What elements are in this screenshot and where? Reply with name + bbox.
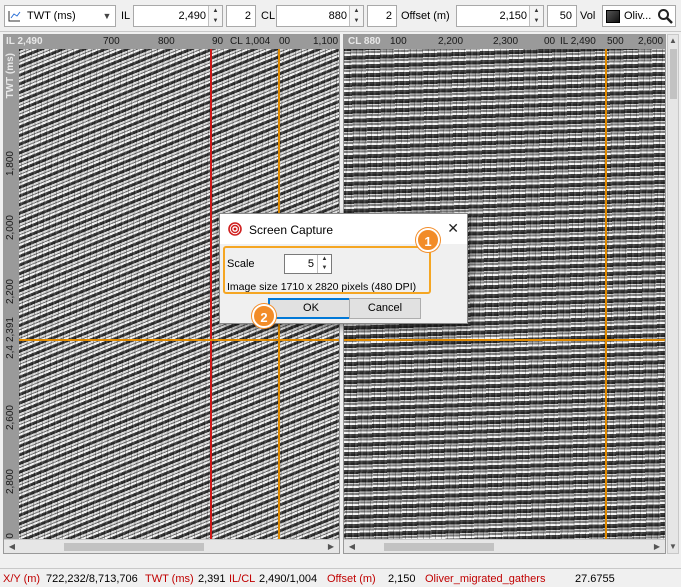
il-step-value: 2 — [244, 10, 251, 22]
crossline-marker-line — [210, 49, 212, 553]
il-label: IL — [121, 10, 131, 22]
volume-name: Oliver_migrated_gathers — [425, 573, 546, 585]
ruler-tick: 1,100 — [313, 36, 339, 47]
scroll-down-icon[interactable]: ▼ — [668, 541, 678, 553]
section-label: CL 880 — [348, 36, 381, 47]
ruler-tick: 00 — [544, 36, 556, 47]
ilcl-label: IL/CL — [229, 573, 256, 585]
toolbar: TWT (ms) ▼ IL 2,490 ▲ ▼ 2 CL 880 ▲ ▼ 2 Off… — [0, 0, 681, 32]
cl-label: CL — [261, 10, 276, 22]
offset-step-value: 50 — [559, 10, 572, 22]
scrollbar-thumb[interactable] — [670, 49, 677, 99]
time-ruler: TWT (ms) 1,800 2,000 2,200 2,391 2,4 2,6… — [4, 49, 19, 553]
time-tick: 2,800 — [5, 469, 16, 495]
il-value-spinner[interactable]: 2,490 ▲ ▼ — [133, 5, 223, 27]
spin-up-icon[interactable]: ▲ — [209, 6, 222, 16]
cancel-button[interactable]: Cancel — [349, 298, 421, 319]
scroll-right-icon[interactable]: ▶ — [325, 541, 337, 553]
twt-value: 2,391 — [198, 573, 226, 585]
time-tick: 2,200 — [5, 279, 16, 305]
target-icon — [228, 222, 242, 236]
close-icon[interactable]: ✕ — [447, 220, 459, 237]
section-label: IL 2,490 — [6, 36, 43, 47]
dialog-title: Screen Capture — [249, 223, 334, 237]
scrollbar-thumb[interactable] — [384, 543, 494, 551]
cl-step-field[interactable]: 2 — [367, 5, 397, 27]
scroll-left-icon[interactable]: ◀ — [346, 541, 358, 553]
offset-label: Offset (m) — [401, 10, 450, 22]
il-step-field[interactable]: 2 — [226, 5, 256, 27]
scroll-left-icon[interactable]: ◀ — [6, 541, 18, 553]
spin-down-icon[interactable]: ▼ — [209, 16, 222, 26]
ruler-tick: 2,600 — [638, 36, 664, 47]
inline-crossline-ruler: IL 2,490 700 800 90 CL 1,004 00 1,100 — [4, 35, 339, 49]
cl-value-spinner[interactable]: 880 ▲ ▼ — [276, 5, 364, 27]
ruler-tick: 90 — [212, 36, 224, 47]
vertical-scrollbar[interactable]: ▲ ▼ — [667, 34, 679, 554]
spin-down-icon[interactable]: ▼ — [530, 16, 543, 26]
time-tick: 2,000 — [5, 215, 16, 241]
domain-dropdown-value: TWT (ms) — [27, 10, 76, 22]
cursor-horizontal-line — [344, 339, 665, 341]
time-tick: 2,4 — [5, 345, 16, 359]
ruler-tick: 2,300 — [493, 36, 519, 47]
offset-value: 2,150 — [499, 10, 527, 22]
cl-step-value: 2 — [385, 10, 392, 22]
ruler-tick-cursor: CL 1,004 — [230, 36, 271, 47]
horizontal-scrollbar[interactable]: ◀ ▶ — [4, 539, 339, 553]
cursor-vertical-line — [605, 49, 607, 553]
cl-value: 880 — [328, 10, 347, 22]
ilcl-value: 2,490/1,004 — [259, 573, 318, 585]
il-spin-buttons[interactable]: ▲ ▼ — [208, 6, 222, 26]
xy-value: 722,232/8,713,706 — [46, 573, 138, 585]
ruler-tick: 800 — [158, 36, 175, 47]
cursor-horizontal-line — [19, 339, 339, 341]
il-value: 2,490 — [178, 10, 206, 22]
time-tick: 2,600 — [5, 405, 16, 431]
offset-spin-buttons[interactable]: ▲ ▼ — [529, 6, 543, 26]
vol-label: Vol — [580, 10, 596, 22]
ok-button[interactable]: OK — [268, 298, 354, 319]
xy-label: X/Y (m) — [3, 573, 41, 585]
domain-dropdown[interactable]: TWT (ms) ▼ — [4, 5, 116, 27]
volume-value: 27.6755 — [575, 573, 615, 585]
ruler-tick: 00 — [279, 36, 291, 47]
twt-label: TWT (ms) — [145, 573, 194, 585]
scroll-up-icon[interactable]: ▲ — [668, 35, 678, 47]
offset-step-field[interactable]: 50 — [547, 5, 577, 27]
horizontal-scrollbar[interactable]: ◀ ▶ — [344, 539, 665, 553]
scrollbar-thumb[interactable] — [64, 543, 204, 551]
volume-name: Oliv... — [624, 10, 652, 22]
search-icon[interactable] — [657, 8, 673, 24]
ruler-tick: 700 — [103, 36, 120, 47]
ruler-tick: 2,200 — [438, 36, 464, 47]
axis-icon — [8, 11, 21, 22]
ruler-tick-cursor: IL 2,490 — [560, 36, 596, 47]
inline-ruler: CL 880 100 2,200 2,300 00 IL 2,490 500 2… — [344, 35, 665, 49]
chevron-down-icon: ▼ — [102, 11, 112, 21]
time-tick-cursor: 2,391 — [5, 317, 16, 343]
status-bar: X/Y (m) 722,232/8,713,706 TWT (ms) 2,391… — [0, 568, 681, 587]
ruler-tick: 100 — [390, 36, 407, 47]
spin-up-icon[interactable]: ▲ — [350, 6, 363, 16]
volume-cube-icon — [606, 10, 620, 23]
highlight-box — [223, 246, 431, 294]
spin-up-icon[interactable]: ▲ — [530, 6, 543, 16]
time-tick: 1,800 — [5, 151, 16, 177]
offset-value: 2,150 — [388, 573, 416, 585]
offset-value-spinner[interactable]: 2,150 ▲ ▼ — [456, 5, 544, 27]
scroll-right-icon[interactable]: ▶ — [651, 541, 663, 553]
volume-selector[interactable]: Oliv... — [602, 5, 676, 27]
ruler-tick: 500 — [607, 36, 624, 47]
callout-badge-1: 1 — [416, 228, 440, 252]
offset-label: Offset (m) — [327, 573, 376, 585]
spin-down-icon[interactable]: ▼ — [350, 16, 363, 26]
time-axis-label: TWT (ms) — [5, 53, 16, 99]
callout-badge-2: 2 — [252, 304, 276, 328]
cl-spin-buttons[interactable]: ▲ ▼ — [349, 6, 363, 26]
